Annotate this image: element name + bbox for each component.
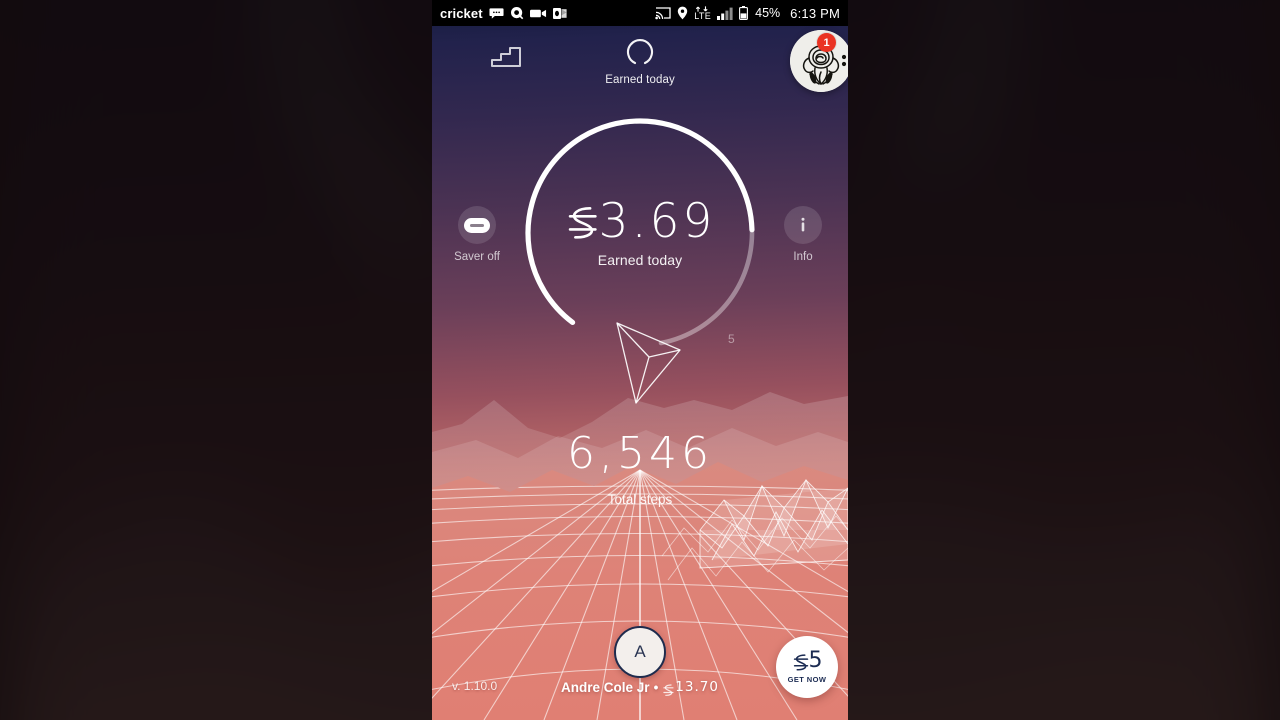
saver-toggle-button[interactable]: Saver off [437,206,517,263]
user-name-label: Andre Cole Jr [561,679,650,695]
user-balance-line[interactable]: Andre Cole Jr • 13.70 [561,679,719,697]
location-pin-icon [677,6,688,20]
signal-bars-icon [717,7,733,20]
lte-label: LTE [694,10,712,21]
get-now-label: GET NOW [787,675,827,684]
sweatcoin-symbol-icon [565,197,599,239]
user-avatar-initial: A [634,642,646,661]
status-bar: cricket LTE 45% 6:13 PM [432,0,848,26]
earned-amount: 3.69 [565,193,716,249]
saver-toggle-label: Saver off [454,251,500,263]
sweatcoin-symbol-icon-small [662,682,674,697]
lte-icon: LTE [694,5,712,21]
bag-badge-count: 1 [817,33,836,52]
stairs-steps-icon[interactable] [490,42,524,68]
separator-dot: • [653,679,659,695]
outlook-icon [552,7,567,20]
phone-screen: cricket LTE 45% 6:13 PM Earned today 1 5… [432,0,848,720]
earned-amount-label: Earned today [597,252,683,268]
get-now-amount: 5 [808,648,823,673]
user-balance-value: 13.70 [675,679,719,695]
earned-amount-value: 3.69 [598,194,716,249]
open-ring-icon[interactable] [624,36,656,73]
screenshot-root: Saver off Info 5 [0,0,1280,720]
total-steps-label: Total steps [607,492,673,507]
user-avatar-button[interactable]: A [614,626,666,678]
get-now-button[interactable]: 5 GET NOW [776,636,838,698]
toggle-off-icon [458,206,496,244]
app-bar: Earned today 1 [432,26,848,102]
messages-icon [489,7,504,20]
cast-icon [655,6,671,20]
info-button[interactable]: Info [763,206,843,263]
video-camera-icon [529,8,547,19]
info-icon [784,206,822,244]
info-button-label: Info [793,251,813,263]
battery-percent-label: 45% [755,6,781,20]
app-version-label: v. 1.10.0 [452,679,498,693]
sweatcoin-symbol-icon-getnow [792,651,809,672]
app-bar-title: Earned today [605,74,675,86]
tetrahedron-wireframe-icon [604,315,704,410]
user-balance: 13.70 [662,679,719,697]
carrier-label: cricket [440,5,483,21]
camera-photo-icon [510,6,524,20]
clock-label: 6:13 PM [790,5,840,21]
ring-end-label: 5 [728,332,735,346]
total-steps-value: 6,546 [567,428,713,479]
battery-icon [739,6,749,20]
